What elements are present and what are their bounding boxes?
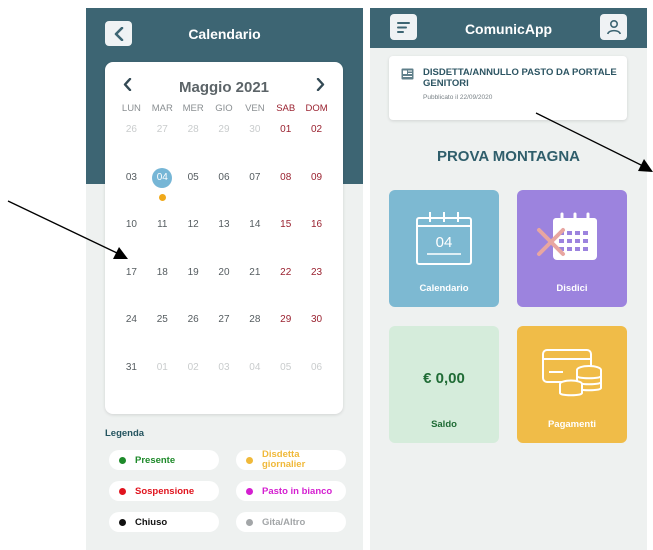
arrow-annotation-left <box>7 200 128 259</box>
arrow-annotation-right <box>535 112 653 172</box>
screenshot-stage: Calendario Maggio 2021 LUN MAR MER GIO VEN SA… <box>0 0 653 550</box>
annotation-arrows <box>7 112 653 259</box>
